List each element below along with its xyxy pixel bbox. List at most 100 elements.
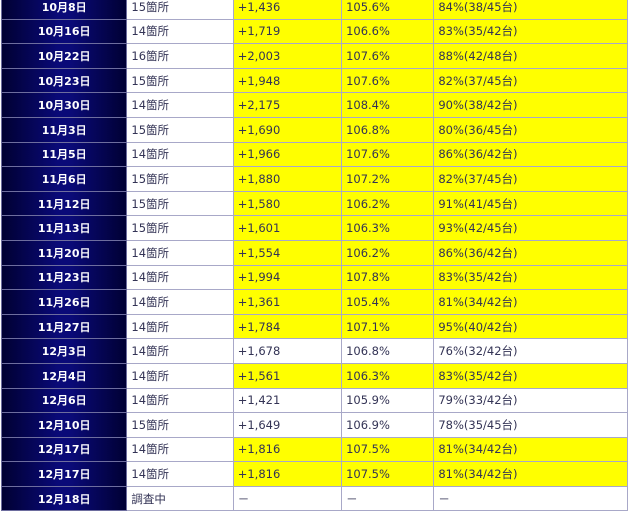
payout-rate-cell: － bbox=[341, 485, 435, 512]
payout-rate-cell: 106.2% bbox=[341, 239, 435, 266]
win-ratio-cell: 91%(41/45台) bbox=[433, 190, 628, 217]
win-ratio-cell: 83%(35/42台) bbox=[433, 18, 628, 45]
payout-rate-cell: 106.2% bbox=[341, 190, 435, 217]
diff-cell: +1,816 bbox=[232, 461, 343, 487]
table-row: 11月6日 15箇所 +1,880 107.2% 82%(37/45台) bbox=[0, 166, 628, 192]
payout-rate-cell: 107.2% bbox=[341, 166, 435, 192]
table-row: 11月26日 14箇所 +1,361 105.4% 81%(34/42台) bbox=[0, 289, 628, 315]
locations-cell: 15箇所 bbox=[126, 412, 234, 438]
payout-rate-cell: 108.4% bbox=[341, 92, 435, 118]
locations-cell: 14箇所 bbox=[126, 313, 234, 340]
date-cell: 12月17日 bbox=[0, 461, 128, 487]
date-cell: 11月23日 bbox=[0, 264, 128, 291]
date-cell: 10月23日 bbox=[0, 67, 128, 94]
diff-cell: +1,649 bbox=[232, 412, 343, 438]
table-row: 12月17日 14箇所 +1,816 107.5% 81%(34/42台) bbox=[0, 436, 628, 463]
win-ratio-cell: 81%(34/42台) bbox=[433, 436, 628, 463]
win-ratio-cell: － bbox=[433, 485, 628, 512]
locations-cell: 16箇所 bbox=[126, 43, 234, 69]
results-table-body: 10月8日 15箇所 +1,436 105.6% 84%(38/45台) 10月16日 14… bbox=[0, 0, 628, 512]
table-row: 11月13日 15箇所 +1,601 106.3% 93%(42/45台) bbox=[0, 215, 628, 241]
win-ratio-cell: 90%(38/42台) bbox=[433, 92, 628, 118]
table-row: 11月5日 14箇所 +1,966 107.6% 86%(36/42台) bbox=[0, 141, 628, 168]
win-ratio-cell: 80%(36/45台) bbox=[433, 116, 628, 143]
payout-rate-cell: 106.3% bbox=[341, 362, 435, 389]
diff-cell: +1,436 bbox=[232, 0, 343, 20]
payout-rate-cell: 107.5% bbox=[341, 461, 435, 487]
date-cell: 12月18日 bbox=[0, 485, 128, 512]
diff-cell: +1,816 bbox=[232, 436, 343, 463]
date-cell: 12月6日 bbox=[0, 387, 128, 414]
date-cell: 12月10日 bbox=[0, 412, 128, 438]
diff-cell: +1,994 bbox=[232, 264, 343, 291]
results-table: 10月8日 15箇所 +1,436 105.6% 84%(38/45台) 10月16日 14… bbox=[0, 0, 628, 512]
table-row: 10月22日 16箇所 +2,003 107.6% 88%(42/48台) bbox=[0, 43, 628, 69]
win-ratio-cell: 82%(37/45台) bbox=[433, 67, 628, 94]
locations-cell: 14箇所 bbox=[126, 362, 234, 389]
payout-rate-cell: 106.9% bbox=[341, 412, 435, 438]
diff-cell: +1,719 bbox=[232, 18, 343, 45]
payout-rate-cell: 106.6% bbox=[341, 18, 435, 45]
win-ratio-cell: 79%(33/42台) bbox=[433, 387, 628, 414]
diff-cell: +1,421 bbox=[232, 387, 343, 414]
payout-rate-cell: 107.5% bbox=[341, 436, 435, 463]
diff-cell: +1,678 bbox=[232, 338, 343, 364]
payout-rate-cell: 107.6% bbox=[341, 67, 435, 94]
table-row: 12月17日 14箇所 +1,816 107.5% 81%(34/42台) bbox=[0, 461, 628, 487]
table-row: 11月27日 14箇所 +1,784 107.1% 95%(40/42台) bbox=[0, 313, 628, 340]
table-row: 11月20日 14箇所 +1,554 106.2% 86%(36/42台) bbox=[0, 239, 628, 266]
diff-cell: +1,948 bbox=[232, 67, 343, 94]
payout-rate-cell: 105.4% bbox=[341, 289, 435, 315]
payout-rate-cell: 106.3% bbox=[341, 215, 435, 241]
win-ratio-cell: 95%(40/42台) bbox=[433, 313, 628, 340]
date-cell: 11月27日 bbox=[0, 313, 128, 340]
table-row: 12月3日 14箇所 +1,678 106.8% 76%(32/42台) bbox=[0, 338, 628, 364]
win-ratio-cell: 84%(38/45台) bbox=[433, 0, 628, 20]
win-ratio-cell: 76%(32/42台) bbox=[433, 338, 628, 364]
diff-cell: +1,580 bbox=[232, 190, 343, 217]
date-cell: 11月6日 bbox=[0, 166, 128, 192]
diff-cell: +1,880 bbox=[232, 166, 343, 192]
date-cell: 12月17日 bbox=[0, 436, 128, 463]
diff-cell: +1,554 bbox=[232, 239, 343, 266]
diff-cell: +1,966 bbox=[232, 141, 343, 168]
date-cell: 12月4日 bbox=[0, 362, 128, 389]
table-row: 10月23日 15箇所 +1,948 107.6% 82%(37/45台) bbox=[0, 67, 628, 94]
diff-cell: － bbox=[232, 485, 343, 512]
locations-cell: 15箇所 bbox=[126, 67, 234, 94]
payout-rate-cell: 105.9% bbox=[341, 387, 435, 414]
diff-cell: +1,361 bbox=[232, 289, 343, 315]
table-row: 11月3日 15箇所 +1,690 106.8% 80%(36/45台) bbox=[0, 116, 628, 143]
locations-cell: 14箇所 bbox=[126, 239, 234, 266]
payout-rate-cell: 106.8% bbox=[341, 338, 435, 364]
locations-cell: 14箇所 bbox=[126, 461, 234, 487]
date-cell: 10月30日 bbox=[0, 92, 128, 118]
table-row: 10月8日 15箇所 +1,436 105.6% 84%(38/45台) bbox=[0, 0, 628, 20]
date-cell: 11月5日 bbox=[0, 141, 128, 168]
payout-rate-cell: 107.8% bbox=[341, 264, 435, 291]
diff-cell: +1,784 bbox=[232, 313, 343, 340]
diff-cell: +1,690 bbox=[232, 116, 343, 143]
win-ratio-cell: 83%(35/42台) bbox=[433, 264, 628, 291]
table-row: 11月12日 15箇所 +1,580 106.2% 91%(41/45台) bbox=[0, 190, 628, 217]
date-cell: 11月3日 bbox=[0, 116, 128, 143]
table-row: 11月23日 14箇所 +1,994 107.8% 83%(35/42台) bbox=[0, 264, 628, 291]
win-ratio-cell: 82%(37/45台) bbox=[433, 166, 628, 192]
win-ratio-cell: 93%(42/45台) bbox=[433, 215, 628, 241]
locations-cell: 15箇所 bbox=[126, 0, 234, 20]
locations-cell: 調査中 bbox=[126, 485, 234, 512]
date-cell: 11月12日 bbox=[0, 190, 128, 217]
date-cell: 12月3日 bbox=[0, 338, 128, 364]
diff-cell: +1,601 bbox=[232, 215, 343, 241]
payout-rate-cell: 106.8% bbox=[341, 116, 435, 143]
locations-cell: 14箇所 bbox=[126, 141, 234, 168]
payout-rate-cell: 107.6% bbox=[341, 43, 435, 69]
date-cell: 10月22日 bbox=[0, 43, 128, 69]
diff-cell: +1,561 bbox=[232, 362, 343, 389]
payout-rate-cell: 105.6% bbox=[341, 0, 435, 20]
date-cell: 11月13日 bbox=[0, 215, 128, 241]
diff-cell: +2,003 bbox=[232, 43, 343, 69]
date-cell: 10月8日 bbox=[0, 0, 128, 20]
table-row: 10月30日 14箇所 +2,175 108.4% 90%(38/42台) bbox=[0, 92, 628, 118]
locations-cell: 14箇所 bbox=[126, 92, 234, 118]
